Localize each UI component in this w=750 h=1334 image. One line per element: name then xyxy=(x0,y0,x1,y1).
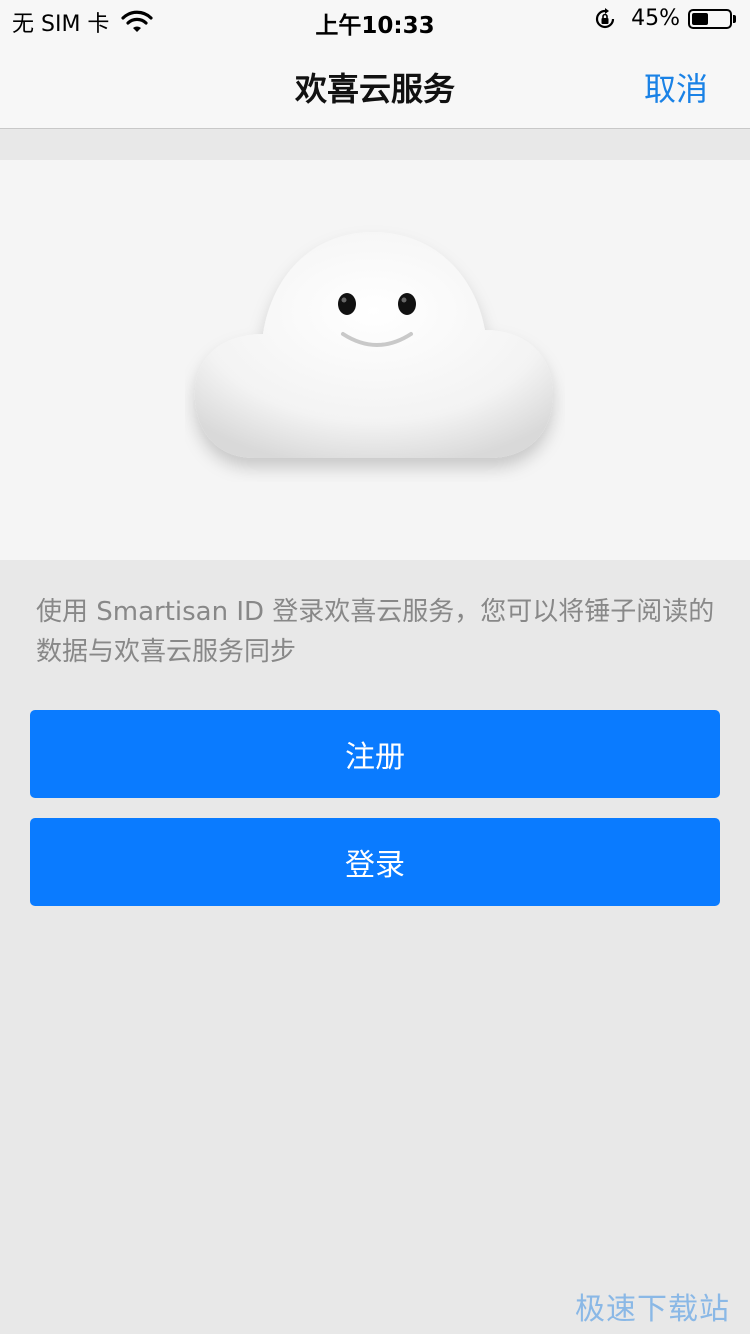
login-button[interactable]: 登录 xyxy=(30,818,720,906)
hero-banner xyxy=(0,160,750,560)
cancel-button[interactable]: 取消 xyxy=(644,64,708,110)
nav-bar: 欢喜云服务 取消 xyxy=(0,40,750,129)
battery-fill xyxy=(692,12,708,25)
rotation-lock-icon xyxy=(596,7,615,28)
watermark-logo: 极速下载站 xyxy=(575,1292,730,1327)
battery-icon xyxy=(688,8,732,29)
status-right: 45% xyxy=(593,6,736,31)
cloud-mascot-icon xyxy=(194,232,554,458)
battery-percent: 45% xyxy=(631,6,680,31)
register-button[interactable]: 注册 xyxy=(30,710,720,798)
page-title: 欢喜云服务 xyxy=(294,70,455,108)
battery-tip xyxy=(733,14,736,23)
status-bar: 无 SIM 卡 上午10:33 45% xyxy=(0,0,750,40)
description-text: 使用 Smartisan ID 登录欢喜云服务，您可以将锤子阅读的数据与欢喜云服… xyxy=(36,597,715,667)
